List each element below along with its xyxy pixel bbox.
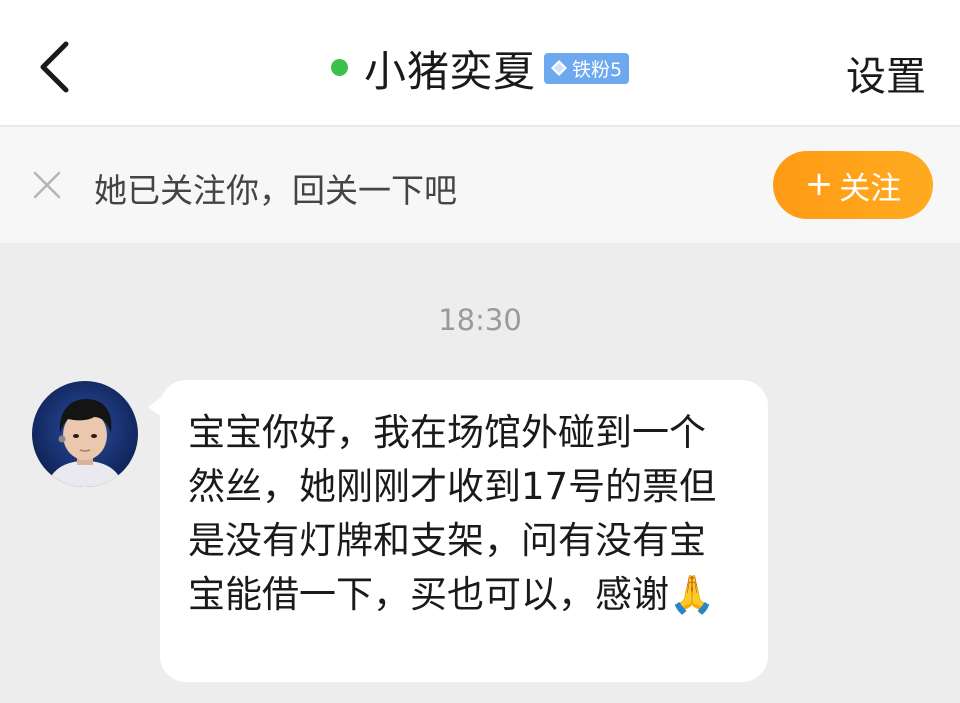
diamond-icon xyxy=(550,60,567,76)
chat-title[interactable]: 小猪奕夏 xyxy=(364,38,536,99)
plus-icon: + xyxy=(804,163,834,204)
chat-title-group: 小猪奕夏 铁粉5 xyxy=(0,38,960,98)
online-status-dot xyxy=(330,58,348,76)
follow-back-prompt: 她已关注你，回关一下吧 xyxy=(94,171,457,210)
avatar-image xyxy=(32,381,138,487)
fan-badge-label: 铁粉5 xyxy=(571,58,623,81)
message-bubble[interactable]: 宝宝你好，我在场馆外碰到一个然丝，她刚刚才收到17号的票但是没有灯牌和支架，问有… xyxy=(160,380,768,682)
message-text: 宝宝你好，我在场馆外碰到一个然丝，她刚刚才收到17号的票但是没有灯牌和支架，问有… xyxy=(188,411,717,616)
message-timestamp: 18:30 xyxy=(438,303,522,337)
follow-button-label: 关注 xyxy=(839,170,902,207)
user-avatar[interactable] xyxy=(32,381,138,487)
follow-button[interactable]: + 关注 xyxy=(773,151,933,219)
close-icon[interactable] xyxy=(30,168,64,202)
top-nav-bar: 小猪奕夏 铁粉5 设置 xyxy=(0,0,960,126)
fan-level-badge[interactable]: 铁粉5 xyxy=(543,52,630,84)
settings-button[interactable]: 设置 xyxy=(846,44,926,102)
